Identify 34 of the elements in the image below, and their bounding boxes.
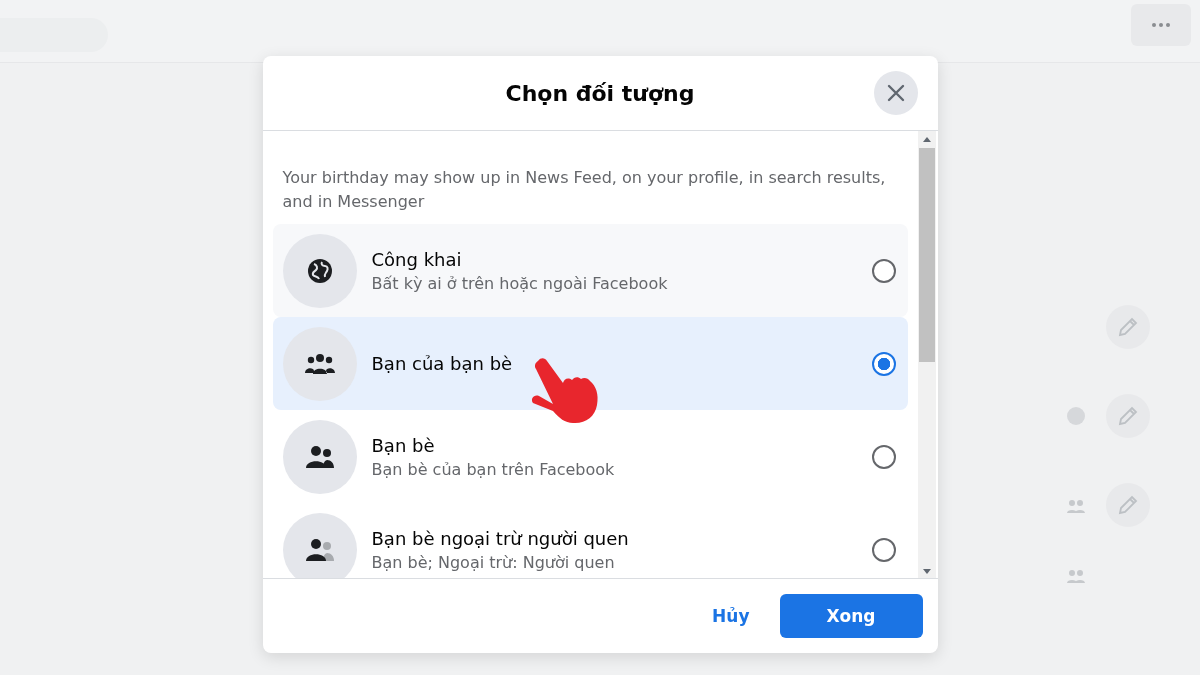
cancel-button[interactable]: Hủy: [698, 596, 764, 636]
scrollbar[interactable]: [917, 131, 936, 578]
pencil-icon: [1116, 404, 1140, 428]
people-icon: [303, 352, 336, 375]
dialog-title: Chọn đối tượng: [505, 80, 695, 106]
option-subtitle: Bất kỳ ai ở trên hoặc ngoài Facebook: [371, 273, 669, 293]
audience-option[interactable]: Công khai Bất kỳ ai ở trên hoặc ngoài Facebook: [272, 224, 908, 317]
scroll-up-icon: [922, 137, 931, 142]
audience-option[interactable]: Bạn bè ngoại trừ người quen Bạn bè; Ngoại trừ: Người quen: [272, 503, 908, 578]
pencil-icon: [1116, 315, 1140, 339]
people-icon: [1066, 498, 1086, 514]
done-button[interactable]: Xong: [779, 594, 923, 638]
scrollbar-thumb[interactable]: [918, 148, 935, 362]
pencil-icon: [1116, 493, 1140, 517]
radio-button[interactable]: [871, 537, 896, 562]
people-icon: [304, 444, 335, 469]
option-subtitle: Bạn bè; Ngoại trừ: Người quen: [371, 552, 616, 572]
audience-option[interactable]: Bạn của bạn bè: [272, 317, 908, 410]
radio-button[interactable]: [871, 351, 896, 376]
option-title: Công khai: [371, 248, 463, 270]
more-icon: [1152, 23, 1170, 27]
close-icon: [885, 83, 906, 103]
option-title: Bạn bè ngoại trừ người quen: [371, 527, 630, 549]
audience-option[interactable]: Bạn bè Bạn bè của bạn trên Facebook: [272, 410, 908, 503]
radio-button[interactable]: [871, 444, 896, 469]
people-icon: [1066, 568, 1086, 584]
people-icon: [304, 537, 335, 562]
close-button[interactable]: [873, 71, 918, 115]
scroll-down-icon: [922, 569, 931, 574]
option-subtitle: Bạn bè của bạn trên Facebook: [371, 459, 616, 479]
radio-button[interactable]: [871, 258, 896, 283]
option-title: Bạn bè: [371, 434, 436, 456]
option-title: Bạn của bạn bè: [371, 353, 514, 374]
description-text: Your birthday may show up in News Feed, on your profile, in search results, and in Messenger: [282, 167, 887, 213]
